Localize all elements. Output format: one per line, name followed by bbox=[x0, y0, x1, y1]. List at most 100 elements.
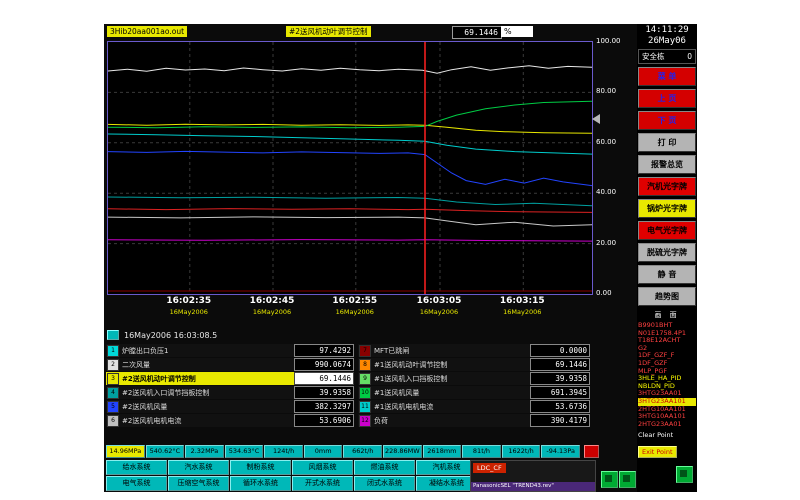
channel-value: 39.9358 bbox=[530, 372, 590, 385]
dcs-trend-window: 3Hib20aa001ao.out #2送风机动叶调节控制 69.1446 % … bbox=[104, 24, 697, 492]
status-value[interactable]: -94.13Pa bbox=[541, 445, 580, 458]
cursor-timestamp: 16May2006 16:03:08.5 bbox=[124, 331, 217, 340]
sidebar-button[interactable]: 趋势图 bbox=[638, 287, 696, 306]
x-axis-date-label: 16May2006 bbox=[237, 308, 307, 316]
channel-value: 691.3945 bbox=[530, 386, 590, 399]
channel-value: 382.3297 bbox=[294, 400, 354, 413]
legend-row[interactable]: 4#2送风机入口调节挡板控制39.9358 bbox=[106, 386, 354, 399]
sidebar-button[interactable]: 脱硫光字牌 bbox=[638, 243, 696, 262]
system-nav-button[interactable]: 制粉系统 bbox=[230, 460, 291, 475]
status-value[interactable]: 2618mm bbox=[423, 445, 462, 458]
sidebar-button[interactable]: 打 印 bbox=[638, 133, 696, 152]
system-nav-button[interactable]: 压缩空气系统 bbox=[168, 476, 229, 491]
clock-time: 14:11:29 bbox=[638, 25, 696, 36]
sidebar-button[interactable]: 上 页 bbox=[638, 89, 696, 108]
sidebar-button[interactable]: 下 页 bbox=[638, 111, 696, 130]
alarm-tag[interactable]: B9901BHT bbox=[638, 322, 696, 330]
channel-color-chip: 7 bbox=[359, 345, 371, 357]
sidebar-button[interactable]: 电气光字牌 bbox=[638, 221, 696, 240]
alarm-tag[interactable]: N01E1758.4P1 bbox=[638, 330, 696, 338]
legend-row[interactable]: 1炉膛出口负压197.4292 bbox=[106, 344, 354, 357]
system-nav-button[interactable]: 电气系统 bbox=[106, 476, 167, 491]
alarm-tag[interactable]: 1DF_GZF bbox=[638, 360, 696, 368]
legend-row[interactable]: 10#1送风机风量691.3945 bbox=[358, 386, 590, 399]
exit-point-button[interactable]: Exit Point bbox=[638, 446, 677, 458]
system-nav-button[interactable]: 汽水系统 bbox=[168, 460, 229, 475]
sidebar-button[interactable]: 锅炉光字牌 bbox=[638, 199, 696, 218]
x-axis-time-label: 16:02:45 bbox=[237, 296, 307, 306]
sidebar-button[interactable]: 静 音 bbox=[638, 265, 696, 284]
legend-row[interactable]: 6#2送风机电机电流53.6906 bbox=[106, 414, 354, 427]
channel-color-chip: 10 bbox=[359, 387, 371, 399]
status-value[interactable]: 2.32MPa bbox=[185, 445, 224, 458]
sidebar-button-stack: 菜 单上 页下 页打 印报警总览汽机光字牌锅炉光字牌电气光字牌脱硫光字牌静 音趋… bbox=[638, 67, 696, 306]
channel-label: #2送风机动叶调节控制 bbox=[122, 374, 294, 384]
monitor-toggle-button-2[interactable] bbox=[619, 471, 636, 488]
clear-point-button[interactable]: Clear Point bbox=[638, 431, 696, 439]
legend-row[interactable]: 3#2送风机动叶调节控制69.1446 bbox=[106, 372, 354, 385]
status-value[interactable]: 124t/h bbox=[264, 445, 303, 458]
trend-chart[interactable] bbox=[107, 41, 593, 295]
legend-row[interactable]: 8#1送风机动叶调节控制69.1446 bbox=[358, 358, 590, 371]
system-nav-button[interactable]: 闭式水系统 bbox=[354, 476, 415, 491]
legend-row[interactable]: 5#2送风机风量382.3297 bbox=[106, 400, 354, 413]
alarm-tag[interactable]: NBLDN_PID bbox=[638, 383, 696, 391]
channel-label: #1送风机电机电流 bbox=[374, 402, 530, 412]
status-value[interactable]: 0mm bbox=[304, 445, 343, 458]
sidebar-button[interactable]: 汽机光字牌 bbox=[638, 177, 696, 196]
system-nav-button[interactable]: 开式水系统 bbox=[292, 476, 353, 491]
legend-row[interactable]: 11#1送风机电机电流53.6736 bbox=[358, 400, 590, 413]
alarm-tag[interactable]: MLP_PGF bbox=[638, 368, 696, 376]
x-axis-date-label: 16May2006 bbox=[404, 308, 474, 316]
channel-value: 69.1446 bbox=[294, 372, 354, 385]
alarm-tag[interactable]: 3HTG10AA101 bbox=[638, 413, 696, 421]
x-axis-date-label: 16May2006 bbox=[154, 308, 224, 316]
system-nav-button[interactable]: 燃油系统 bbox=[354, 460, 415, 475]
monitor-toggle-button-1[interactable] bbox=[601, 471, 618, 488]
channel-label: #2送风机电机电流 bbox=[122, 416, 294, 426]
alarm-tag[interactable]: G2 bbox=[638, 345, 696, 353]
timestamp-chip[interactable] bbox=[107, 330, 119, 340]
status-value[interactable]: 228.86MW bbox=[383, 445, 422, 458]
channel-value: 53.6736 bbox=[530, 400, 590, 413]
status-value[interactable]: 662t/h bbox=[343, 445, 382, 458]
legend-row[interactable]: 2二次风量990.0674 bbox=[106, 358, 354, 371]
system-nav-button[interactable]: 循环水系统 bbox=[230, 476, 291, 491]
status-value[interactable]: 81t/h bbox=[462, 445, 501, 458]
channel-value: 0.0000 bbox=[530, 344, 590, 357]
sidebar-green-indicator[interactable] bbox=[676, 466, 693, 483]
selected-channel-tag[interactable]: #2送风机动叶调节控制 bbox=[286, 26, 371, 37]
legend-row[interactable]: 7MFT已跳闸0.0000 bbox=[358, 344, 590, 357]
alarm-tag[interactable]: 1DF_GZF_F bbox=[638, 352, 696, 360]
alarm-indicator-red[interactable] bbox=[584, 445, 599, 458]
legend-row[interactable]: 9#1送风机入口挡板控制39.9358 bbox=[358, 372, 590, 385]
safety-button[interactable]: 安全栋 0 bbox=[638, 49, 696, 64]
channel-label: MFT已跳闸 bbox=[374, 346, 530, 356]
status-value[interactable]: 14.96MPa bbox=[106, 445, 145, 458]
system-nav-button[interactable]: 汽机系统 bbox=[416, 460, 477, 475]
system-nav-button[interactable]: 风烟系统 bbox=[292, 460, 353, 475]
screen-id-badge[interactable]: LDC_CF bbox=[473, 463, 506, 473]
channel-color-chip: 12 bbox=[359, 415, 371, 427]
alarm-tag[interactable]: 2HTG23AA01 bbox=[638, 421, 696, 429]
trend-file-tag[interactable]: 3Hib20aa001ao.out bbox=[107, 26, 187, 37]
status-value[interactable]: 1622t/h bbox=[502, 445, 541, 458]
status-value[interactable]: 540.62°C bbox=[146, 445, 185, 458]
system-nav-button[interactable]: 给水系统 bbox=[106, 460, 167, 475]
alarm-tag[interactable]: T18E12ACHT bbox=[638, 337, 696, 345]
system-nav-button[interactable]: 凝结水系统 bbox=[416, 476, 477, 491]
channel-label: #1送风机入口挡板控制 bbox=[374, 374, 530, 384]
channel-color-chip: 3 bbox=[107, 373, 119, 385]
alarm-tag[interactable]: 3HTG23AA101 bbox=[638, 398, 696, 406]
x-axis-time-label: 16:02:35 bbox=[154, 296, 224, 306]
value-marker-icon[interactable] bbox=[592, 114, 600, 124]
sidebar-button[interactable]: 菜 单 bbox=[638, 67, 696, 86]
sidebar-button[interactable]: 报警总览 bbox=[638, 155, 696, 174]
system-nav-row-1: 给水系统汽水系统制粉系统风烟系统燃油系统汽机系统 bbox=[106, 460, 477, 475]
status-value[interactable]: 534.63°C bbox=[225, 445, 264, 458]
alarm-tag[interactable]: 2HTG10AA101 bbox=[638, 406, 696, 414]
alarm-tag[interactable]: 3HTG23AA01 bbox=[638, 390, 696, 398]
legend-row[interactable]: 12负荷390.4179 bbox=[358, 414, 590, 427]
alarm-tag[interactable]: 3HLE_HA_PID bbox=[638, 375, 696, 383]
y-axis-label: 80.00 bbox=[596, 87, 632, 95]
